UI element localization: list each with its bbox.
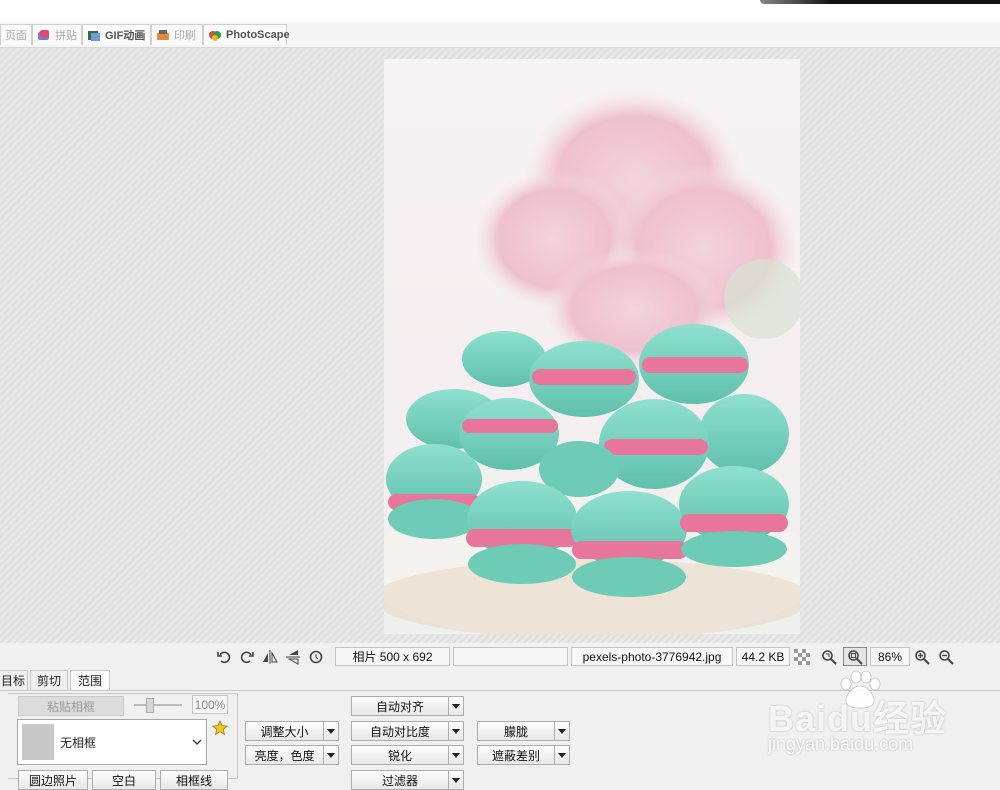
- zoom-level-field: 86%: [870, 647, 910, 666]
- opacity-slider-thumb[interactable]: [146, 698, 154, 713]
- status-bar: 相片 500 x 692 pexels-photo-3776942.jpg 44…: [0, 643, 1000, 670]
- frame-thumbnail: [22, 724, 54, 760]
- tab-label: 页面: [5, 30, 27, 42]
- favorite-star-icon[interactable]: [212, 720, 228, 736]
- filename-field: pexels-photo-3776942.jpg: [571, 647, 733, 666]
- auto-contrast-button[interactable]: 自动对比度: [351, 721, 449, 741]
- image-size-field: 相片 500 x 692: [335, 647, 450, 666]
- module-tabbar: 页面 拼贴 GIF动画 印刷 PhotoScape: [0, 22, 1000, 48]
- chevron-down-icon: [192, 739, 202, 745]
- tab-page[interactable]: 页面: [0, 24, 32, 45]
- tab-gif[interactable]: GIF动画: [82, 24, 151, 45]
- tab-photoscape[interactable]: PhotoScape: [203, 24, 290, 45]
- filter-dropdown[interactable]: [448, 770, 464, 790]
- zoom-fit-icon: [848, 649, 863, 665]
- brightness-dropdown[interactable]: [323, 745, 339, 765]
- blur-button[interactable]: 朦胧: [477, 721, 555, 741]
- photoscape-icon: [208, 29, 222, 42]
- brightness-button[interactable]: 亮度，色度: [245, 745, 324, 765]
- window-top-strip: [0, 0, 1000, 22]
- window-top-shadow: [760, 0, 1000, 4]
- frame-select[interactable]: 无相框: [17, 719, 207, 765]
- auto-contrast-dropdown[interactable]: [448, 721, 464, 741]
- zoom-in-icon[interactable]: [914, 649, 930, 665]
- rotate-right-icon[interactable]: [239, 649, 255, 665]
- macaron-photo: [384, 89, 800, 634]
- tab-label: 拼贴: [55, 30, 77, 42]
- auto-level-button[interactable]: 自动对齐: [351, 696, 449, 716]
- paste-frame-button[interactable]: 粘贴相框: [18, 696, 124, 716]
- zoom-fit-button[interactable]: [843, 647, 867, 666]
- sharpen-dropdown[interactable]: [448, 745, 464, 765]
- edit-panel: 目标 剪切 范围 粘贴相框 100% 无相框 圆边照片 空白 相框线 调整大小 …: [0, 670, 1000, 790]
- zoom-actual-icon[interactable]: [821, 649, 837, 665]
- tab-label: PhotoScape: [226, 29, 290, 41]
- print-icon: [156, 29, 170, 42]
- tab-target[interactable]: 目标: [0, 670, 28, 690]
- zoom-out-icon[interactable]: [938, 649, 954, 665]
- editor-canvas[interactable]: [0, 48, 1000, 643]
- info-field: [453, 647, 568, 666]
- opacity-slider[interactable]: [134, 698, 182, 713]
- flip-horizontal-icon[interactable]: [262, 649, 278, 665]
- rotate-left-icon[interactable]: [216, 649, 232, 665]
- tab-label: GIF动画: [105, 30, 146, 42]
- tab-combine[interactable]: 拼贴: [32, 24, 82, 45]
- backlight-dropdown[interactable]: [554, 745, 570, 765]
- frame-line-button[interactable]: 相框线: [160, 770, 228, 790]
- flip-vertical-icon[interactable]: [285, 649, 301, 665]
- sharpen-button[interactable]: 锐化: [351, 745, 449, 765]
- round-photo-button[interactable]: 圆边照片: [18, 770, 88, 790]
- filter-button[interactable]: 过滤器: [351, 770, 449, 790]
- tab-label: 印刷: [174, 30, 196, 42]
- panel-body: 粘贴相框 100% 无相框 圆边照片 空白 相框线 调整大小 亮度，色度 自动对…: [0, 690, 1000, 790]
- auto-level-dropdown[interactable]: [448, 696, 464, 716]
- photo-image: [384, 59, 800, 634]
- frame-select-value: 无相框: [60, 736, 97, 750]
- transparency-grid-icon[interactable]: [794, 649, 810, 665]
- blur-dropdown[interactable]: [554, 721, 570, 741]
- tab-crop[interactable]: 剪切: [30, 670, 68, 690]
- margin-button[interactable]: 空白: [92, 770, 156, 790]
- rotate-any-icon[interactable]: [308, 649, 324, 665]
- resize-dropdown[interactable]: [323, 721, 339, 741]
- tab-print[interactable]: 印刷: [151, 24, 203, 45]
- resize-button[interactable]: 调整大小: [245, 721, 324, 741]
- tab-range[interactable]: 范围: [70, 670, 110, 690]
- gif-icon: [87, 29, 101, 42]
- combine-icon: [37, 29, 51, 42]
- backlight-button[interactable]: 遮蔽差别: [477, 745, 555, 765]
- filesize-field: 44.2 KB: [736, 647, 790, 666]
- opacity-field[interactable]: 100%: [192, 695, 228, 714]
